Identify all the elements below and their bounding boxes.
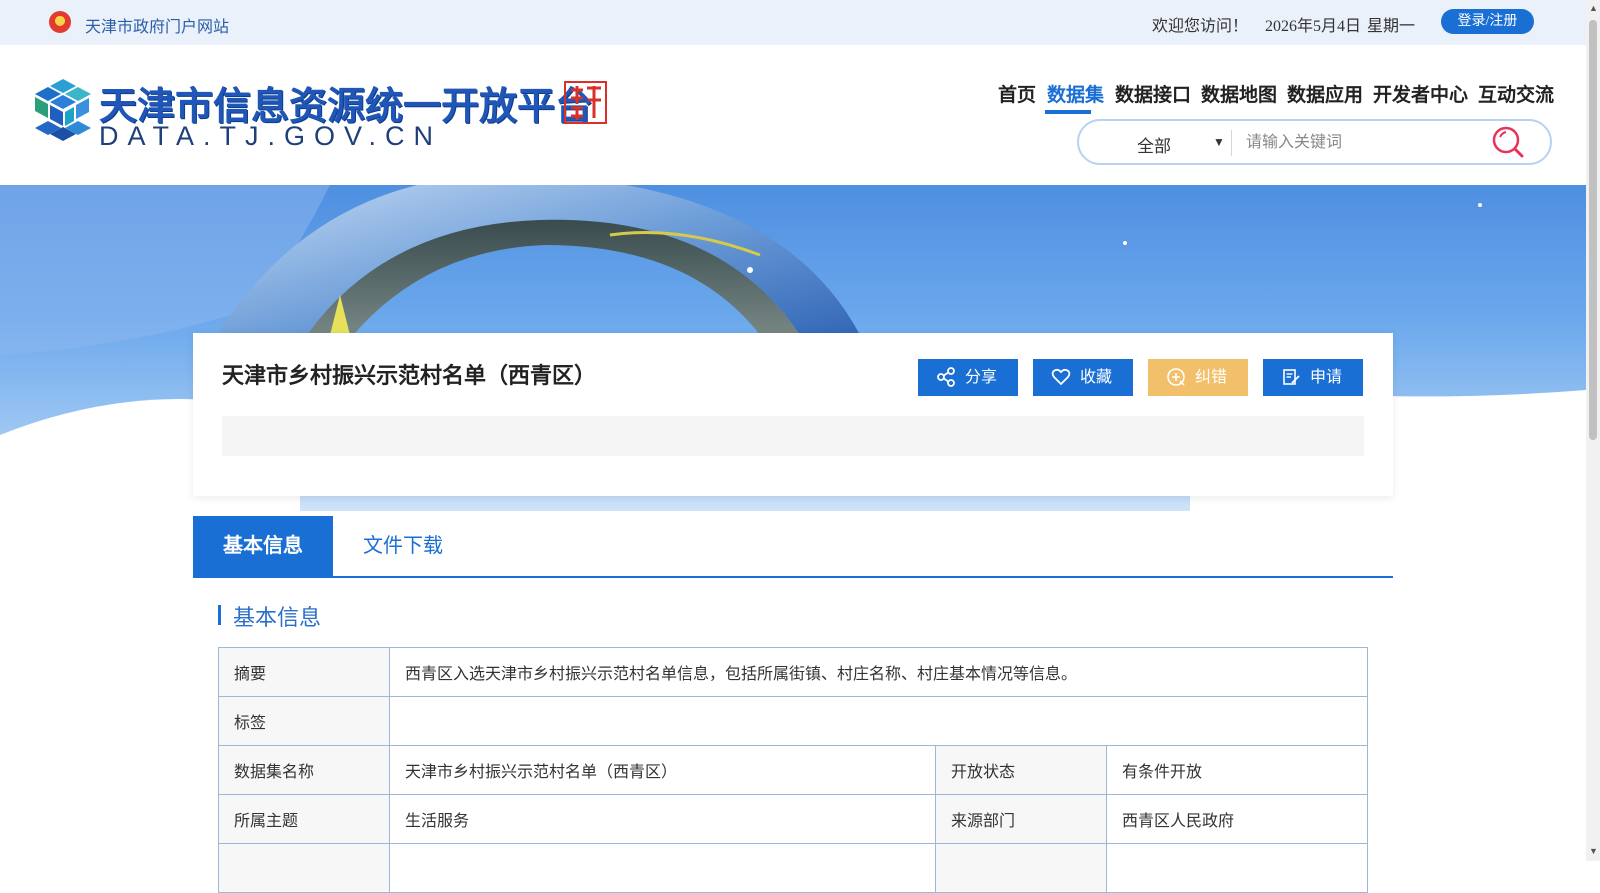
site-header: 天津市信息资源统一开放平台 DATA.TJ.GOV.CN 首页 数据集 数据接口… [0,45,1586,185]
dataset-name-label: 数据集名称 [218,745,390,795]
table-row: 摘要 西青区入选天津市乡村振兴示范村名单信息，包括所属街镇、村庄名称、村庄基本情… [218,647,1368,697]
scroll-up-icon[interactable]: ▲ [1589,3,1598,13]
share-icon [937,367,955,387]
error-report-icon [1167,368,1185,386]
welcome-text: 欢迎您访问！ [1152,18,1249,35]
nav-home[interactable]: 首页 [998,80,1036,107]
tab-file-download[interactable]: 文件下载 [333,516,473,576]
edit-document-icon [1283,369,1300,385]
table-cell [935,843,1107,893]
dataset-description-strip [222,416,1364,456]
detail-tabs: 基本信息 文件下载 [193,516,1393,578]
table-row: 标签 [218,696,1368,746]
source-department-value: 西青区人民政府 [1106,794,1368,844]
dataset-header-card: 天津市乡村振兴示范村名单（西青区） 分享 收藏 纠错 申请 [193,333,1393,496]
nav-interaction[interactable]: 互动交流 [1478,80,1554,107]
page-scrollbar[interactable]: ▲ ▼ [1586,0,1600,861]
favorite-label: 收藏 [1080,369,1113,386]
search-scope-value: 全部 [1137,137,1171,156]
open-status-value: 有条件开放 [1106,745,1368,795]
section-marker [218,605,221,625]
search-divider [1231,130,1232,156]
active-nav-indicator [1045,110,1091,114]
report-error-label: 纠错 [1195,369,1228,386]
top-bar: 天津市政府门户网站 欢迎您访问！ 2026年5月4日 星期一 登录/注册 [0,0,1586,45]
table-cell [1106,843,1368,893]
open-status-label: 开放状态 [935,745,1107,795]
search-scope-select[interactable]: 全部 ▼ [1137,130,1227,156]
gov-portal-link[interactable]: 天津市政府门户网站 [85,13,229,37]
source-department-label: 来源部门 [935,794,1107,844]
nav-data-api[interactable]: 数据接口 [1115,80,1191,107]
national-emblem-icon [49,11,71,33]
theme-label: 所属主题 [218,794,390,844]
share-button[interactable]: 分享 [918,359,1018,396]
nav-data-apps[interactable]: 数据应用 [1287,80,1363,107]
apply-button[interactable]: 申请 [1263,359,1363,396]
search-icon[interactable] [1491,125,1525,159]
platform-logo-icon [35,79,91,141]
search-bar: 全部 ▼ [1077,119,1552,165]
chevron-down-icon: ▼ [1213,135,1225,149]
tab-basic-info[interactable]: 基本信息 [193,516,333,576]
section-title: 基本信息 [233,605,322,630]
current-date: 2026年5月4日 [1265,18,1362,35]
table-row: 数据集名称 天津市乡村振兴示范村名单（西青区） 开放状态 有条件开放 [218,745,1368,795]
table-cell [389,843,936,893]
tianjin-seal-icon [564,81,607,124]
summary-label: 摘要 [218,647,390,697]
theme-value: 生活服务 [389,794,936,844]
scrollbar-thumb[interactable] [1589,20,1597,440]
current-weekday: 星期一 [1367,18,1416,35]
nav-data-map[interactable]: 数据地图 [1201,80,1277,107]
tags-label: 标签 [218,696,390,746]
table-cell [218,843,390,893]
table-row [218,843,1368,893]
summary-value: 西青区入选天津市乡村振兴示范村名单信息，包括所属街镇、村庄名称、村庄基本情况等信… [389,647,1368,697]
favorite-button[interactable]: 收藏 [1033,359,1133,396]
share-label: 分享 [965,369,998,386]
nav-developer-center[interactable]: 开发者中心 [1373,80,1468,107]
apply-label: 申请 [1310,369,1343,386]
login-register-button[interactable]: 登录/注册 [1441,9,1534,34]
scroll-down-icon[interactable]: ▼ [1589,846,1598,856]
search-input[interactable] [1244,129,1478,157]
dataset-name-value: 天津市乡村振兴示范村名单（西青区） [389,745,936,795]
report-error-button[interactable]: 纠错 [1148,359,1248,396]
heart-icon [1051,368,1071,386]
platform-domain: DATA.TJ.GOV.CN [99,121,443,151]
tags-value [389,696,1368,746]
nav-datasets[interactable]: 数据集 [1047,80,1104,107]
dataset-info-table: 摘要 西青区入选天津市乡村振兴示范村名单信息，包括所属街镇、村庄名称、村庄基本情… [218,647,1368,893]
dataset-title: 天津市乡村振兴示范村名单（西青区） [222,363,597,388]
table-row: 所属主题 生活服务 来源部门 西青区人民政府 [218,794,1368,844]
